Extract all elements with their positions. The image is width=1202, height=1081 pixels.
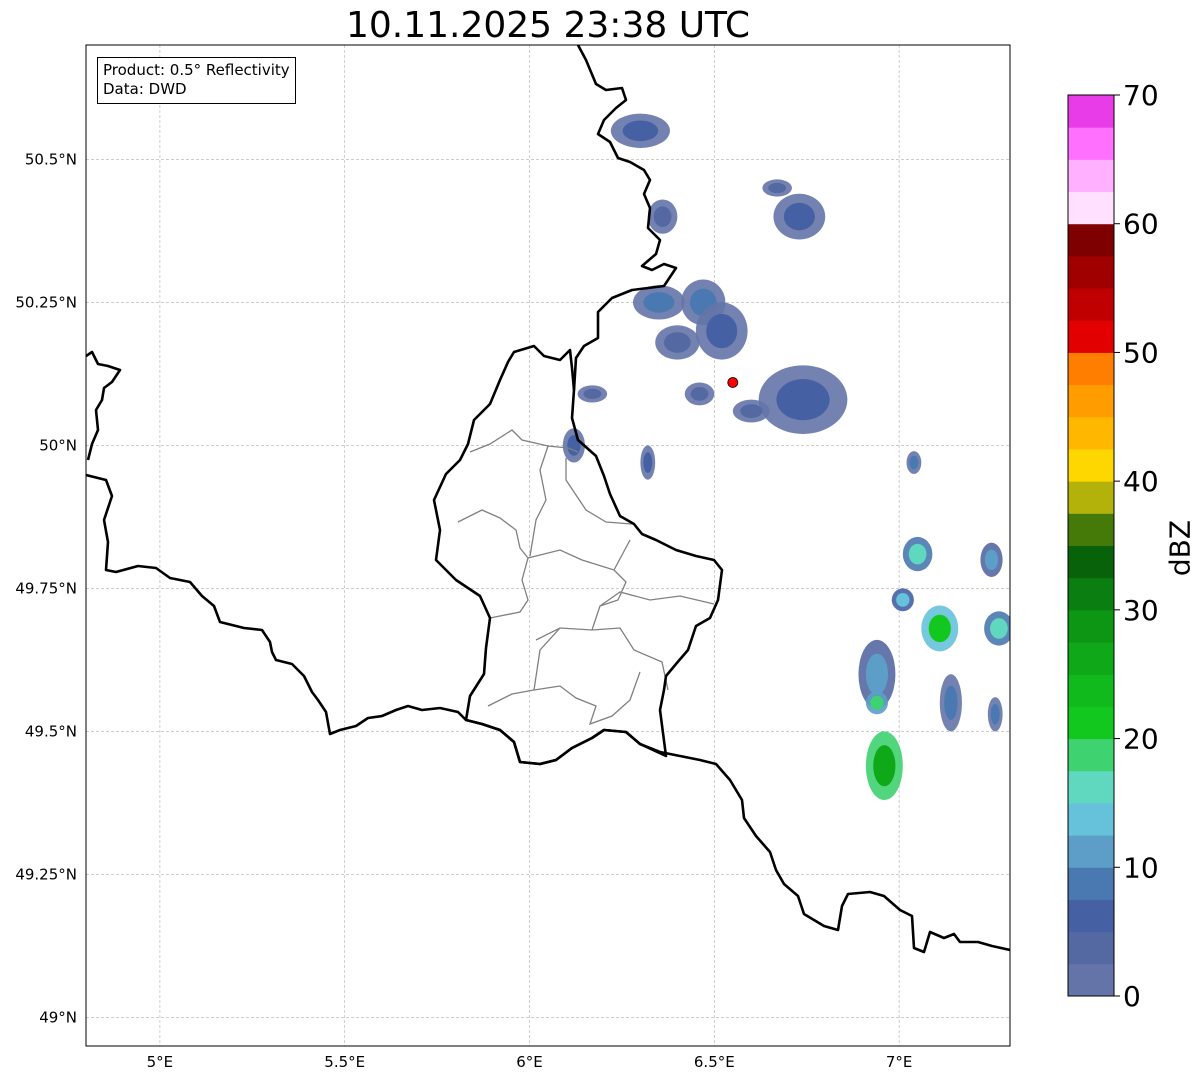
colorbar-tick-label: 20 bbox=[1123, 723, 1159, 756]
lat-tick-label: 50°N bbox=[39, 436, 77, 454]
colorbar-segment bbox=[1068, 481, 1114, 514]
radar-echo-core bbox=[928, 614, 951, 643]
radar-echo-core bbox=[909, 455, 919, 470]
colorbar-segment bbox=[1068, 963, 1114, 997]
colorbar-segment bbox=[1068, 352, 1114, 386]
colorbar-segment bbox=[1068, 770, 1114, 804]
colorbar-segment bbox=[1068, 288, 1114, 321]
colorbar-segment bbox=[1068, 642, 1114, 675]
colorbar-segment bbox=[1068, 738, 1114, 772]
radar-site-dot bbox=[727, 377, 739, 388]
colorbar-segment bbox=[1068, 448, 1114, 482]
colorbar: 0 10 20 30 40 50 60 70 bbox=[1067, 79, 1159, 1013]
radar-echo-core bbox=[873, 745, 896, 787]
data-source-label: Data: DWD bbox=[103, 80, 187, 98]
lat-tick-label: 49.25°N bbox=[15, 865, 77, 883]
colorbar-tick-label: 10 bbox=[1123, 851, 1159, 884]
radar-echo-core bbox=[865, 653, 889, 695]
radar-echo-core bbox=[990, 618, 1008, 639]
radar-echo-core bbox=[776, 379, 830, 421]
radar-echo-core bbox=[664, 332, 691, 353]
radar-site-marker bbox=[727, 377, 739, 388]
radar-echo-core bbox=[783, 202, 815, 231]
radar-echo-core bbox=[690, 387, 709, 401]
luxembourg-districts bbox=[457, 429, 715, 726]
colorbar-unit-label: dBZ bbox=[1163, 519, 1197, 577]
radar-echo-core bbox=[990, 703, 1000, 725]
radar-echo-core bbox=[768, 182, 787, 194]
border-south bbox=[86, 473, 1010, 954]
map-figure: 5°E 5.5°E 6°E 6.5°E 7°E 50.5°N 50.25°N 50°N 49.7… bbox=[15, 44, 1159, 1071]
radar-echo-core bbox=[740, 404, 763, 418]
colorbar-segment bbox=[1068, 384, 1114, 418]
radar-echo-core bbox=[944, 685, 958, 720]
country-borders bbox=[86, 45, 1010, 954]
colorbar-segment bbox=[1068, 899, 1114, 933]
lon-tick-label: 5.5°E bbox=[324, 1053, 365, 1071]
radar-echo-core bbox=[653, 206, 672, 227]
colorbar-segment bbox=[1068, 255, 1114, 289]
radar-echo-core bbox=[583, 388, 602, 400]
colorbar-segment bbox=[1068, 191, 1114, 225]
lat-tick-label: 50.25°N bbox=[15, 293, 77, 311]
radar-echo-core bbox=[643, 452, 653, 473]
colorbar-segment bbox=[1068, 835, 1114, 868]
lon-tick-label: 6.5°E bbox=[694, 1053, 735, 1071]
colorbar-tick-label: 50 bbox=[1123, 336, 1159, 369]
radar-echo-core bbox=[870, 695, 884, 710]
radar-echo-core bbox=[622, 120, 659, 142]
lon-tick-label: 6°E bbox=[516, 1053, 543, 1071]
lon-tick-label: 7°E bbox=[886, 1053, 913, 1071]
colorbar-tick-label: 0 bbox=[1123, 980, 1141, 1013]
graticule bbox=[86, 45, 1010, 1046]
colorbar-tick-label: 30 bbox=[1123, 594, 1159, 627]
colorbar-segment bbox=[1068, 127, 1114, 160]
colorbar-segment bbox=[1068, 577, 1114, 611]
colorbar-segment bbox=[1068, 706, 1114, 740]
luxembourg-border bbox=[432, 344, 724, 766]
lat-tick-label: 50.5°N bbox=[25, 150, 77, 168]
colorbar-segment bbox=[1068, 931, 1114, 965]
lon-tick-label: 5°E bbox=[147, 1053, 174, 1071]
product-info-box: Product: 0.5° Reflectivity Data: DWD bbox=[97, 57, 296, 104]
colorbar-segment bbox=[1068, 513, 1114, 546]
colorbar-segment bbox=[1068, 802, 1114, 836]
colorbar-tick-label: 70 bbox=[1123, 79, 1159, 112]
colorbar-segment bbox=[1068, 223, 1114, 257]
lat-tick-label: 49.75°N bbox=[15, 579, 77, 597]
radar-echo-core bbox=[896, 592, 910, 607]
colorbar-segment bbox=[1068, 320, 1114, 353]
colorbar-segment bbox=[1068, 609, 1114, 643]
lat-tick-label: 49.5°N bbox=[25, 722, 77, 740]
lat-tick-label: 49°N bbox=[39, 1008, 77, 1026]
colorbar-tick-label: 60 bbox=[1123, 208, 1159, 241]
colorbar-segment bbox=[1068, 545, 1114, 579]
colorbar-segment bbox=[1068, 95, 1114, 128]
plot-frame bbox=[85, 44, 1011, 1047]
colorbar-segment bbox=[1068, 416, 1114, 450]
colorbar-tick-label: 40 bbox=[1123, 465, 1159, 498]
radar-echo-core bbox=[908, 543, 927, 565]
colorbar-segment bbox=[1068, 674, 1114, 707]
border-west bbox=[86, 350, 122, 461]
radar-echo-core bbox=[706, 313, 738, 349]
colorbar-segment bbox=[1068, 159, 1114, 193]
axis-tick-labels: 5°E 5.5°E 6°E 6.5°E 7°E 50.5°N 50.25°N 50°N 49.7… bbox=[15, 150, 912, 1071]
radar-echo-core bbox=[984, 549, 999, 571]
product-label: Product: 0.5° Reflectivity bbox=[103, 61, 290, 79]
colorbar-segment bbox=[1068, 867, 1114, 900]
radar-echo-core bbox=[643, 292, 675, 313]
